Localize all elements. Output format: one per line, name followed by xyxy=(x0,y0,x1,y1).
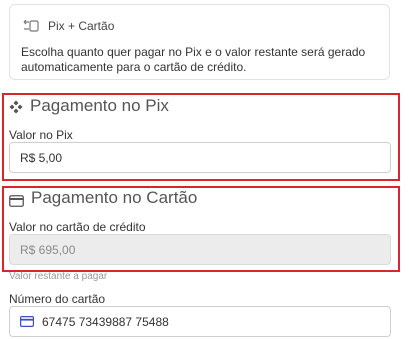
pix-diamond-icon xyxy=(9,99,23,114)
credit-value-input[interactable]: R$ 695,00 xyxy=(9,234,391,265)
card-number-label: Número do cartão xyxy=(9,292,106,306)
card-brand-icon xyxy=(20,316,35,328)
remaining-helper-text: Valor restante a pagar xyxy=(9,271,108,282)
pix-title-text: Pagamento no Pix xyxy=(30,96,169,115)
credit-value-text: R$ 695,00 xyxy=(20,242,76,257)
credit-value-label: Valor no cartão de crédito xyxy=(9,220,146,234)
pix-value-text: R$ 5,00 xyxy=(20,150,63,165)
credit-card-icon xyxy=(9,192,24,207)
info-title: Pix + Cartão xyxy=(48,19,115,33)
pix-card-info-box: Pix + Cartão Escolha quanto quer pagar n… xyxy=(9,4,390,80)
pix-transfer-icon xyxy=(22,19,40,33)
pix-value-input[interactable]: R$ 5,00 xyxy=(9,142,391,173)
scrollbar[interactable] xyxy=(400,0,409,339)
card-section-title: Pagamento no Cartão xyxy=(9,188,197,208)
info-description: Escolha quanto quer pagar no Pix e o val… xyxy=(21,45,366,74)
pix-section-title: Pagamento no Pix xyxy=(9,96,169,116)
pix-value-label: Valor no Pix xyxy=(9,128,73,142)
info-header: Pix + Cartão xyxy=(22,17,114,35)
card-number-text: 67475 73439887 75488 xyxy=(42,314,169,329)
payment-panel: Pix + Cartão Escolha quanto quer pagar n… xyxy=(0,0,409,339)
card-title-text: Pagamento no Cartão xyxy=(31,188,198,207)
card-number-input[interactable]: 67475 73439887 75488 xyxy=(9,306,391,337)
